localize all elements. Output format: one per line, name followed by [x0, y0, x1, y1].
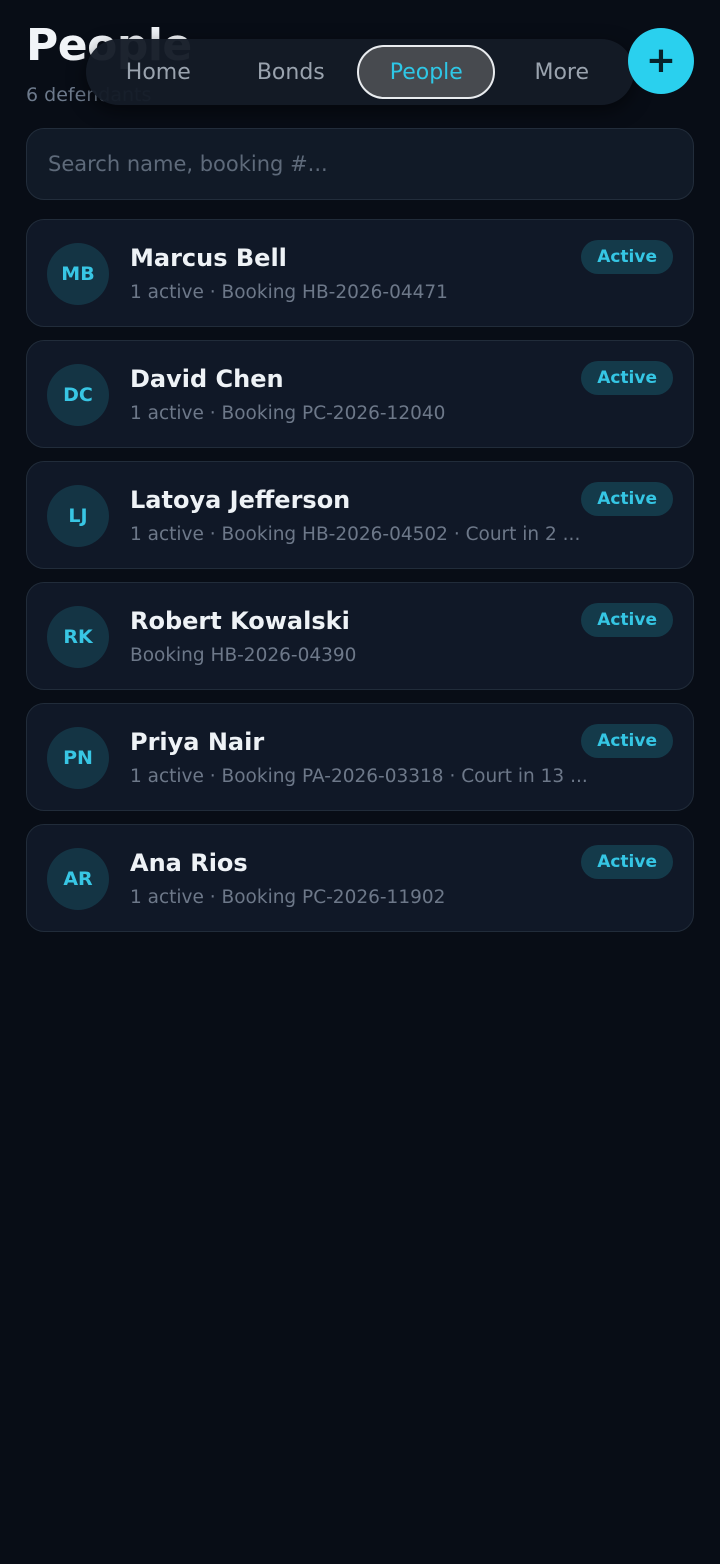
person-card[interactable]: LJ Latoya Jefferson 1 active · Booking H… — [26, 461, 694, 569]
status-badge: Active — [581, 240, 673, 274]
status-badge: Active — [581, 845, 673, 879]
tab-bonds[interactable]: Bonds — [225, 45, 358, 99]
status-badge: Active — [581, 361, 673, 395]
person-card[interactable]: PN Priya Nair 1 active · Booking PA-2026… — [26, 703, 694, 811]
person-meta: Booking HB-2026-04390 — [130, 645, 357, 666]
avatar: DC — [47, 364, 109, 426]
person-name: Latoya Jefferson — [130, 486, 351, 514]
person-card[interactable]: MB Marcus Bell 1 active · Booking HB-202… — [26, 219, 694, 327]
avatar: LJ — [47, 485, 109, 547]
person-meta: 1 active · Booking HB-2026-04471 — [130, 282, 448, 303]
status-badge: Active — [581, 482, 673, 516]
person-name: Ana Rios — [130, 849, 248, 877]
search-field[interactable] — [26, 128, 694, 200]
search-input[interactable] — [48, 152, 672, 176]
top-nav: Home Bonds People More — [86, 39, 634, 105]
status-badge: Active — [581, 603, 673, 637]
person-meta: 1 active · Booking PC-2026-12040 — [130, 403, 446, 424]
person-name: Marcus Bell — [130, 244, 287, 272]
person-name: David Chen — [130, 365, 284, 393]
person-card[interactable]: RK Robert Kowalski Booking HB-2026-04390… — [26, 582, 694, 690]
status-badge: Active — [581, 724, 673, 758]
people-list: MB Marcus Bell 1 active · Booking HB-202… — [26, 219, 694, 945]
person-card[interactable]: DC David Chen 1 active · Booking PC-2026… — [26, 340, 694, 448]
person-name: Priya Nair — [130, 728, 265, 756]
people-screen: People 6 defendants Home Bonds People Mo… — [0, 0, 720, 1564]
person-meta: 1 active · Booking PA-2026-03318 · Court… — [130, 766, 588, 787]
person-meta: 1 active · Booking PC-2026-11902 — [130, 887, 446, 908]
avatar: RK — [47, 606, 109, 668]
tab-people[interactable]: People — [357, 45, 496, 99]
avatar: PN — [47, 727, 109, 789]
avatar: AR — [47, 848, 109, 910]
person-name: Robert Kowalski — [130, 607, 350, 635]
person-card[interactable]: AR Ana Rios 1 active · Booking PC-2026-1… — [26, 824, 694, 932]
avatar: MB — [47, 243, 109, 305]
plus-icon: + — [645, 40, 677, 81]
person-meta: 1 active · Booking HB-2026-04502 · Court… — [130, 524, 581, 545]
tab-more[interactable]: More — [495, 45, 628, 99]
add-person-button[interactable]: + — [628, 28, 694, 94]
tab-home[interactable]: Home — [92, 45, 225, 99]
